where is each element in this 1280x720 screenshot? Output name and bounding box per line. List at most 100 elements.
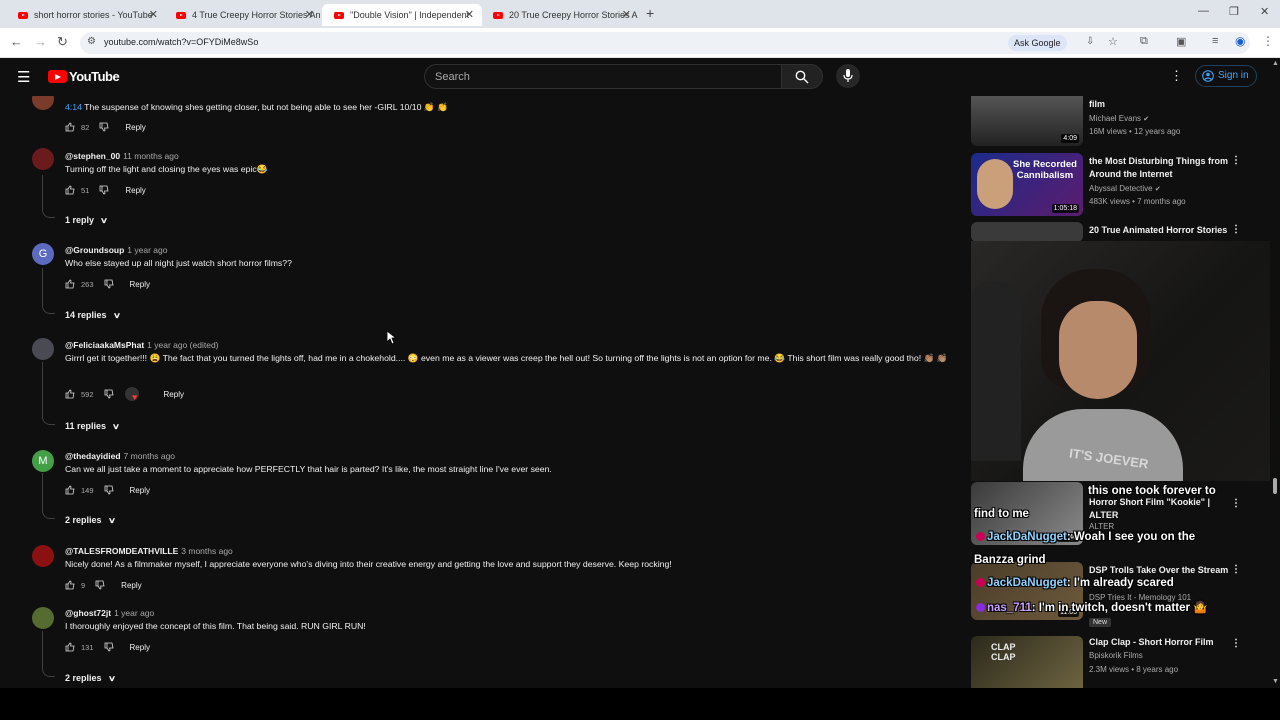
- media-icon[interactable]: ≡: [1212, 35, 1218, 47]
- dislike-icon[interactable]: [104, 279, 114, 289]
- comment-author[interactable]: @thedayidied 7 months ago: [65, 451, 175, 461]
- view-replies-button[interactable]: 14 replies ∨: [65, 310, 121, 320]
- view-replies-button[interactable]: 2 replies ∨: [65, 515, 116, 525]
- more-options-icon[interactable]: ⋮: [1231, 638, 1241, 649]
- search-button[interactable]: [781, 64, 823, 89]
- youtube-logo-text[interactable]: YouTube: [69, 69, 120, 84]
- more-options-icon[interactable]: ⋮: [1231, 564, 1241, 575]
- channel-name[interactable]: Abyssal Detective ✔: [1089, 184, 1161, 193]
- comment-author[interactable]: @Groundsoup 1 year ago: [65, 245, 167, 255]
- install-icon[interactable]: ⇩: [1086, 36, 1094, 47]
- view-replies-button[interactable]: 2 replies ∨: [65, 673, 116, 683]
- dislike-icon[interactable]: [104, 389, 114, 399]
- reply-button[interactable]: Reply: [121, 581, 141, 590]
- youtube-logo-icon[interactable]: [48, 70, 67, 83]
- tab-true-creepy-horror[interactable]: 20 True Creepy Horror Stories A ✕: [481, 4, 639, 26]
- menu-dots-icon[interactable]: ⋮: [1262, 34, 1274, 48]
- tab-double-vision[interactable]: "Double Vision" | Independent ✕: [322, 4, 482, 26]
- avatar[interactable]: [32, 545, 54, 567]
- settings-dots-icon[interactable]: ⋮: [1170, 68, 1183, 84]
- avatar[interactable]: [32, 148, 54, 170]
- like-icon[interactable]: [65, 580, 75, 590]
- video-title[interactable]: 20 True Animated Horror Stories: [1089, 224, 1229, 237]
- close-tab-icon[interactable]: ✕: [465, 8, 474, 21]
- more-options-icon[interactable]: ⋮: [1231, 498, 1241, 509]
- close-tab-icon[interactable]: ✕: [149, 8, 158, 21]
- comment-author[interactable]: @TALESFROMDEATHVILLE 3 months ago: [65, 546, 233, 556]
- close-tab-icon[interactable]: ✕: [305, 8, 314, 21]
- dislike-icon[interactable]: [104, 485, 114, 495]
- page-scrollbar[interactable]: ▲ ▼: [1270, 58, 1280, 688]
- thumbnail-text: She Recorded Cannibalism: [1013, 159, 1077, 181]
- profile-icon[interactable]: ◉: [1235, 34, 1245, 48]
- timestamp-link[interactable]: 4:14: [65, 102, 82, 112]
- ask-google-button[interactable]: Ask Google: [1008, 35, 1067, 51]
- reply-button[interactable]: Reply: [130, 486, 150, 495]
- video-title[interactable]: Clap Clap - Short Horror Film: [1089, 636, 1229, 649]
- scrollbar-thumb[interactable]: [1273, 478, 1277, 494]
- video-title[interactable]: film: [1089, 98, 1229, 111]
- sidebar-icon[interactable]: ▣: [1176, 35, 1186, 48]
- comment-author[interactable]: @stephen_00 11 months ago: [65, 151, 179, 161]
- reply-button[interactable]: Reply: [130, 280, 150, 289]
- video-title[interactable]: the Most Disturbing Things from Around t…: [1089, 155, 1229, 181]
- avatar[interactable]: G: [32, 243, 54, 265]
- avatar[interactable]: [32, 607, 54, 629]
- video-thumbnail[interactable]: CLAP CLAP: [971, 636, 1083, 688]
- dislike-icon[interactable]: [95, 580, 105, 590]
- close-tab-icon[interactable]: ✕: [622, 8, 631, 21]
- channel-name[interactable]: ALTER: [1089, 522, 1114, 531]
- voice-search-button[interactable]: [836, 64, 860, 88]
- avatar[interactable]: [32, 338, 54, 360]
- search-input[interactable]: Search: [424, 64, 782, 89]
- video-thumbnail[interactable]: She Recorded Cannibalism 1:05:18: [971, 153, 1083, 216]
- comment-author[interactable]: @FeliciaakaMsPhat 1 year ago (edited): [65, 340, 219, 350]
- tab-creepy-horror-stories[interactable]: 4 True Creepy Horror Stories An ✕: [164, 4, 322, 26]
- channel-name[interactable]: Bpiskorik Films: [1089, 651, 1143, 660]
- like-icon[interactable]: [65, 279, 75, 289]
- more-options-icon[interactable]: ⋮: [1231, 155, 1241, 166]
- chevron-down-icon: ∨: [107, 674, 116, 683]
- tab-short-horror-stories[interactable]: short horror stories - YouTube ✕: [6, 4, 166, 26]
- new-tab-icon[interactable]: +: [646, 5, 654, 21]
- back-icon[interactable]: ←: [10, 34, 23, 49]
- reply-button[interactable]: Reply: [130, 643, 150, 652]
- related-video[interactable]: 20 True Animated Horror Stories ⋮: [971, 222, 1261, 242]
- video-title[interactable]: DSP Trolls Take Over the Stream: [1089, 564, 1229, 577]
- address-bar[interactable]: ⚙ youtube.com/watch?v=OFYDiMe8wSo Ask Go…: [80, 32, 1250, 54]
- like-icon[interactable]: [65, 122, 75, 132]
- dislike-icon[interactable]: [99, 122, 109, 132]
- hamburger-menu-icon[interactable]: ☰: [17, 68, 30, 86]
- like-icon[interactable]: [65, 389, 75, 399]
- video-thumbnail[interactable]: [971, 222, 1083, 242]
- reply-button[interactable]: Reply: [125, 186, 145, 195]
- channel-name[interactable]: Michael Evans ✔: [1089, 114, 1149, 123]
- more-options-icon[interactable]: ⋮: [1231, 224, 1241, 235]
- view-replies-button[interactable]: 11 replies ∨: [65, 421, 120, 431]
- reply-button[interactable]: Reply: [164, 390, 184, 399]
- dislike-icon[interactable]: [104, 642, 114, 652]
- video-title[interactable]: Horror Short Film "Kookie" | ALTER: [1089, 496, 1229, 522]
- comment-author[interactable]: @ghost72jt 1 year ago: [65, 608, 154, 618]
- view-replies-button[interactable]: 1 reply ∨: [65, 215, 108, 225]
- reload-icon[interactable]: ↻: [57, 34, 68, 50]
- comment-text: I thoroughly enjoyed the concept of this…: [65, 621, 366, 631]
- reply-button[interactable]: Reply: [125, 123, 145, 132]
- close-window-icon[interactable]: ✕: [1260, 5, 1269, 18]
- like-icon[interactable]: [65, 642, 75, 652]
- scroll-down-icon[interactable]: ▼: [1272, 678, 1279, 685]
- avatar[interactable]: M: [32, 450, 54, 472]
- site-info-icon[interactable]: ⚙: [87, 36, 96, 47]
- scroll-up-icon[interactable]: ▲: [1272, 60, 1279, 67]
- minimize-icon[interactable]: —: [1198, 5, 1209, 17]
- dislike-icon[interactable]: [99, 185, 109, 195]
- avatar[interactable]: [32, 96, 54, 110]
- forward-icon[interactable]: →: [34, 34, 47, 49]
- maximize-icon[interactable]: ❐: [1229, 5, 1239, 18]
- like-icon[interactable]: [65, 185, 75, 195]
- extensions-icon[interactable]: ⧉: [1140, 35, 1148, 48]
- video-thumbnail[interactable]: 4:09: [971, 96, 1083, 146]
- sign-in-button[interactable]: Sign in: [1195, 65, 1257, 87]
- bookmark-star-icon[interactable]: ☆: [1108, 35, 1118, 48]
- like-icon[interactable]: [65, 485, 75, 495]
